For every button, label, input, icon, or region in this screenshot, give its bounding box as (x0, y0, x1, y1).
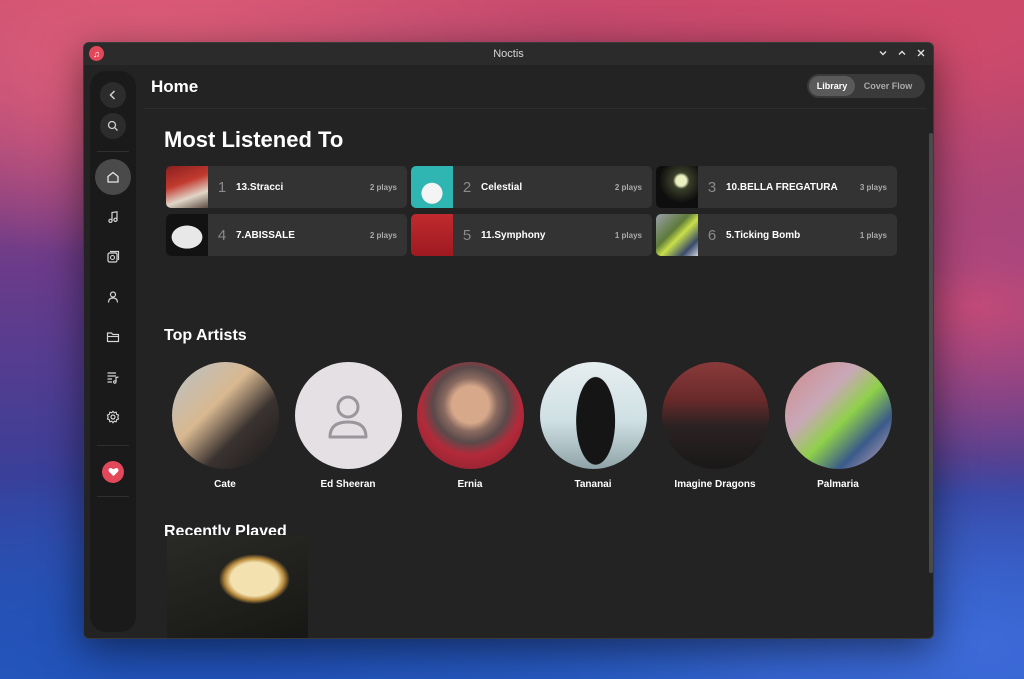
search-button[interactable] (100, 113, 126, 139)
cover-flow-tab[interactable]: Cover Flow (855, 76, 921, 96)
play-count: 3 plays (859, 182, 887, 192)
artist-photo-placeholder (294, 362, 402, 469)
music-note-icon (108, 211, 118, 223)
playlist-icon (107, 372, 119, 384)
track-rank: 1 (217, 178, 227, 196)
most-listened-heading: Most Listened To (164, 127, 344, 152)
track-name: 10.BELLA FREGATURA (726, 181, 838, 193)
page-title: Home (151, 77, 199, 96)
album-art (411, 166, 453, 208)
artist-photo (661, 362, 769, 469)
album-art (411, 214, 453, 256)
sidebar-item-home[interactable] (95, 159, 131, 195)
sidebar-item-songs[interactable] (95, 199, 131, 235)
artist-card[interactable]: Palmaria (782, 362, 894, 490)
play-count: 2 plays (369, 182, 397, 192)
album-art (656, 166, 698, 208)
track-rank: 6 (707, 226, 717, 244)
scrollbar[interactable] (929, 133, 933, 573)
top-artists-heading: Top Artists (164, 327, 247, 344)
window-controls (876, 45, 927, 61)
sidebar-item-albums[interactable] (95, 239, 131, 275)
artist-card[interactable]: Imagine Dragons (659, 362, 771, 490)
app-logo-icon: ♫ (89, 46, 104, 61)
artist-name: Cate (214, 479, 236, 490)
track-rank: 2 (462, 178, 472, 196)
sidebar-item-favorites[interactable] (102, 461, 124, 483)
sidebar-item-folders[interactable] (95, 319, 131, 355)
artist-card[interactable]: Tananai (537, 362, 649, 490)
back-button[interactable] (100, 82, 126, 108)
artist-name: Ed Sheeran (320, 479, 376, 490)
artist-name: Tananai (574, 479, 612, 490)
artist-name: Palmaria (817, 479, 859, 490)
top-track-card[interactable]: 1 13.Stracci 2 plays (166, 166, 407, 208)
sidebar-divider (97, 445, 129, 446)
artist-photo (416, 362, 524, 469)
folder-icon (106, 332, 120, 343)
artist-photo (784, 362, 892, 469)
home-icon (107, 171, 119, 183)
library-tab[interactable]: Library (809, 76, 855, 96)
back-icon (109, 90, 116, 100)
top-track-card[interactable]: 3 10.BELLA FREGATURA 3 plays (656, 166, 897, 208)
maximize-icon[interactable] (895, 45, 908, 61)
artist-photo (171, 362, 279, 469)
top-track-card[interactable]: 4 7.ABISSALE 2 plays (166, 214, 407, 256)
heart-icon (108, 467, 118, 477)
settings-icon (106, 410, 120, 424)
sidebar-item-playlists[interactable] (95, 359, 131, 395)
artist-card[interactable]: Ed Sheeran (292, 362, 404, 490)
artist-name: Imagine Dragons (674, 479, 756, 490)
sidebar-item-settings[interactable] (95, 399, 131, 435)
track-name: 11.Symphony (481, 229, 546, 241)
top-track-card[interactable]: 5 11.Symphony 1 plays (411, 214, 652, 256)
play-count: 1 plays (859, 230, 887, 240)
title-bar: ♫ Noctis (84, 43, 933, 65)
track-rank: 3 (707, 178, 717, 196)
artist-photo (539, 362, 647, 469)
app-window: ♫ Noctis Home Library Cover Flow Most Li… (83, 42, 934, 639)
play-count: 2 plays (614, 182, 642, 192)
track-name: 7.ABISSALE (236, 229, 295, 241)
play-count: 1 plays (614, 230, 642, 240)
artist-icon (107, 291, 119, 303)
close-icon[interactable] (914, 45, 927, 61)
artist-card[interactable]: Cate (169, 362, 281, 490)
track-name: Celestial (481, 181, 523, 193)
person-icon (328, 395, 368, 438)
album-art (166, 214, 208, 256)
play-count: 2 plays (369, 230, 397, 240)
minimize-icon[interactable] (876, 45, 889, 61)
track-rank: 4 (217, 226, 227, 244)
artist-card[interactable]: Ernia (414, 362, 526, 490)
albums-icon (107, 250, 120, 263)
recent-album-card[interactable] (167, 535, 308, 638)
track-name: 13.Stracci (236, 181, 284, 193)
sidebar-divider (97, 151, 129, 152)
search-icon (107, 120, 118, 131)
window-title: Noctis (493, 48, 524, 60)
view-toggle: Library Cover Flow (807, 74, 925, 98)
album-art (656, 214, 698, 256)
sidebar (90, 71, 136, 632)
artist-name: Ernia (457, 479, 483, 490)
album-art (166, 166, 208, 208)
top-track-card[interactable]: 6 5.Ticking Bomb 1 plays (656, 214, 897, 256)
track-name: 5.Ticking Bomb (726, 229, 801, 241)
sidebar-item-artists[interactable] (95, 279, 131, 315)
header-divider (144, 108, 927, 109)
sidebar-divider (97, 496, 129, 497)
main-content: Home Library Cover Flow Most Listened To… (144, 65, 933, 638)
track-rank: 5 (462, 226, 472, 244)
top-track-card[interactable]: 2 Celestial 2 plays (411, 166, 652, 208)
